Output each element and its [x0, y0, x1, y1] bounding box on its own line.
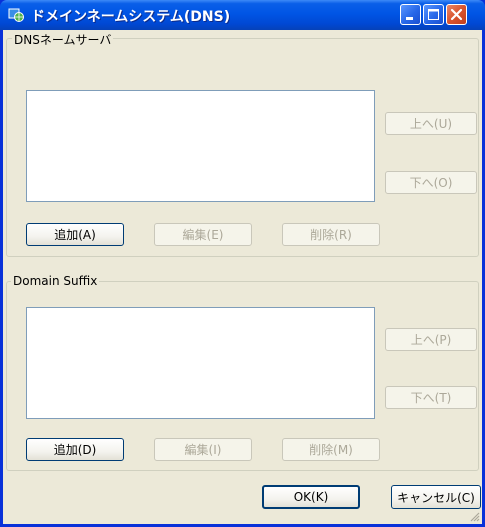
domain-suffix-delete-button[interactable]: 削除(M)	[282, 438, 380, 461]
domain-suffix-edit-button[interactable]: 編集(I)	[154, 438, 252, 461]
dns-server-up-button[interactable]: 上へ(U)	[385, 112, 477, 135]
cancel-button[interactable]: キャンセル(C)	[391, 485, 481, 509]
domain-suffix-group-label: Domain Suffix	[11, 274, 100, 288]
window-title: ドメインネームシステム(DNS)	[31, 9, 231, 25]
minimize-icon	[406, 17, 413, 20]
domain-suffix-add-button[interactable]: 追加(D)	[26, 438, 124, 461]
close-button[interactable]	[446, 4, 467, 25]
dns-server-add-button[interactable]: 追加(A)	[26, 223, 124, 246]
title-bar[interactable]: ドメインネームシステム(DNS)	[0, 0, 485, 30]
ok-button[interactable]: OK(K)	[262, 485, 360, 509]
dns-server-delete-button[interactable]: 削除(R)	[282, 223, 380, 246]
dns-server-edit-button[interactable]: 編集(E)	[154, 223, 252, 246]
dns-server-down-button[interactable]: 下へ(O)	[385, 171, 477, 194]
dns-server-group-label: DNSネームサーバ	[12, 31, 114, 48]
maximize-button[interactable]	[423, 4, 444, 25]
dialog-client-area: DNSネームサーバ 上へ(U) 下へ(O) 追加(A) 編集(E) 削除(R) …	[3, 30, 482, 524]
domain-suffix-list[interactable]	[26, 307, 375, 419]
resize-grip-icon[interactable]	[468, 510, 480, 522]
close-icon	[450, 8, 463, 21]
maximize-icon	[428, 9, 439, 20]
domain-suffix-up-button[interactable]: 上へ(P)	[385, 328, 477, 351]
minimize-button[interactable]	[400, 4, 421, 25]
dns-dialog-window: ドメインネームシステム(DNS) DNSネームサーバ 上へ(U) 下へ(O) 追…	[0, 0, 485, 527]
app-globe-icon	[8, 8, 24, 22]
domain-suffix-down-button[interactable]: 下へ(T)	[385, 386, 477, 409]
dns-server-list[interactable]	[26, 90, 375, 202]
